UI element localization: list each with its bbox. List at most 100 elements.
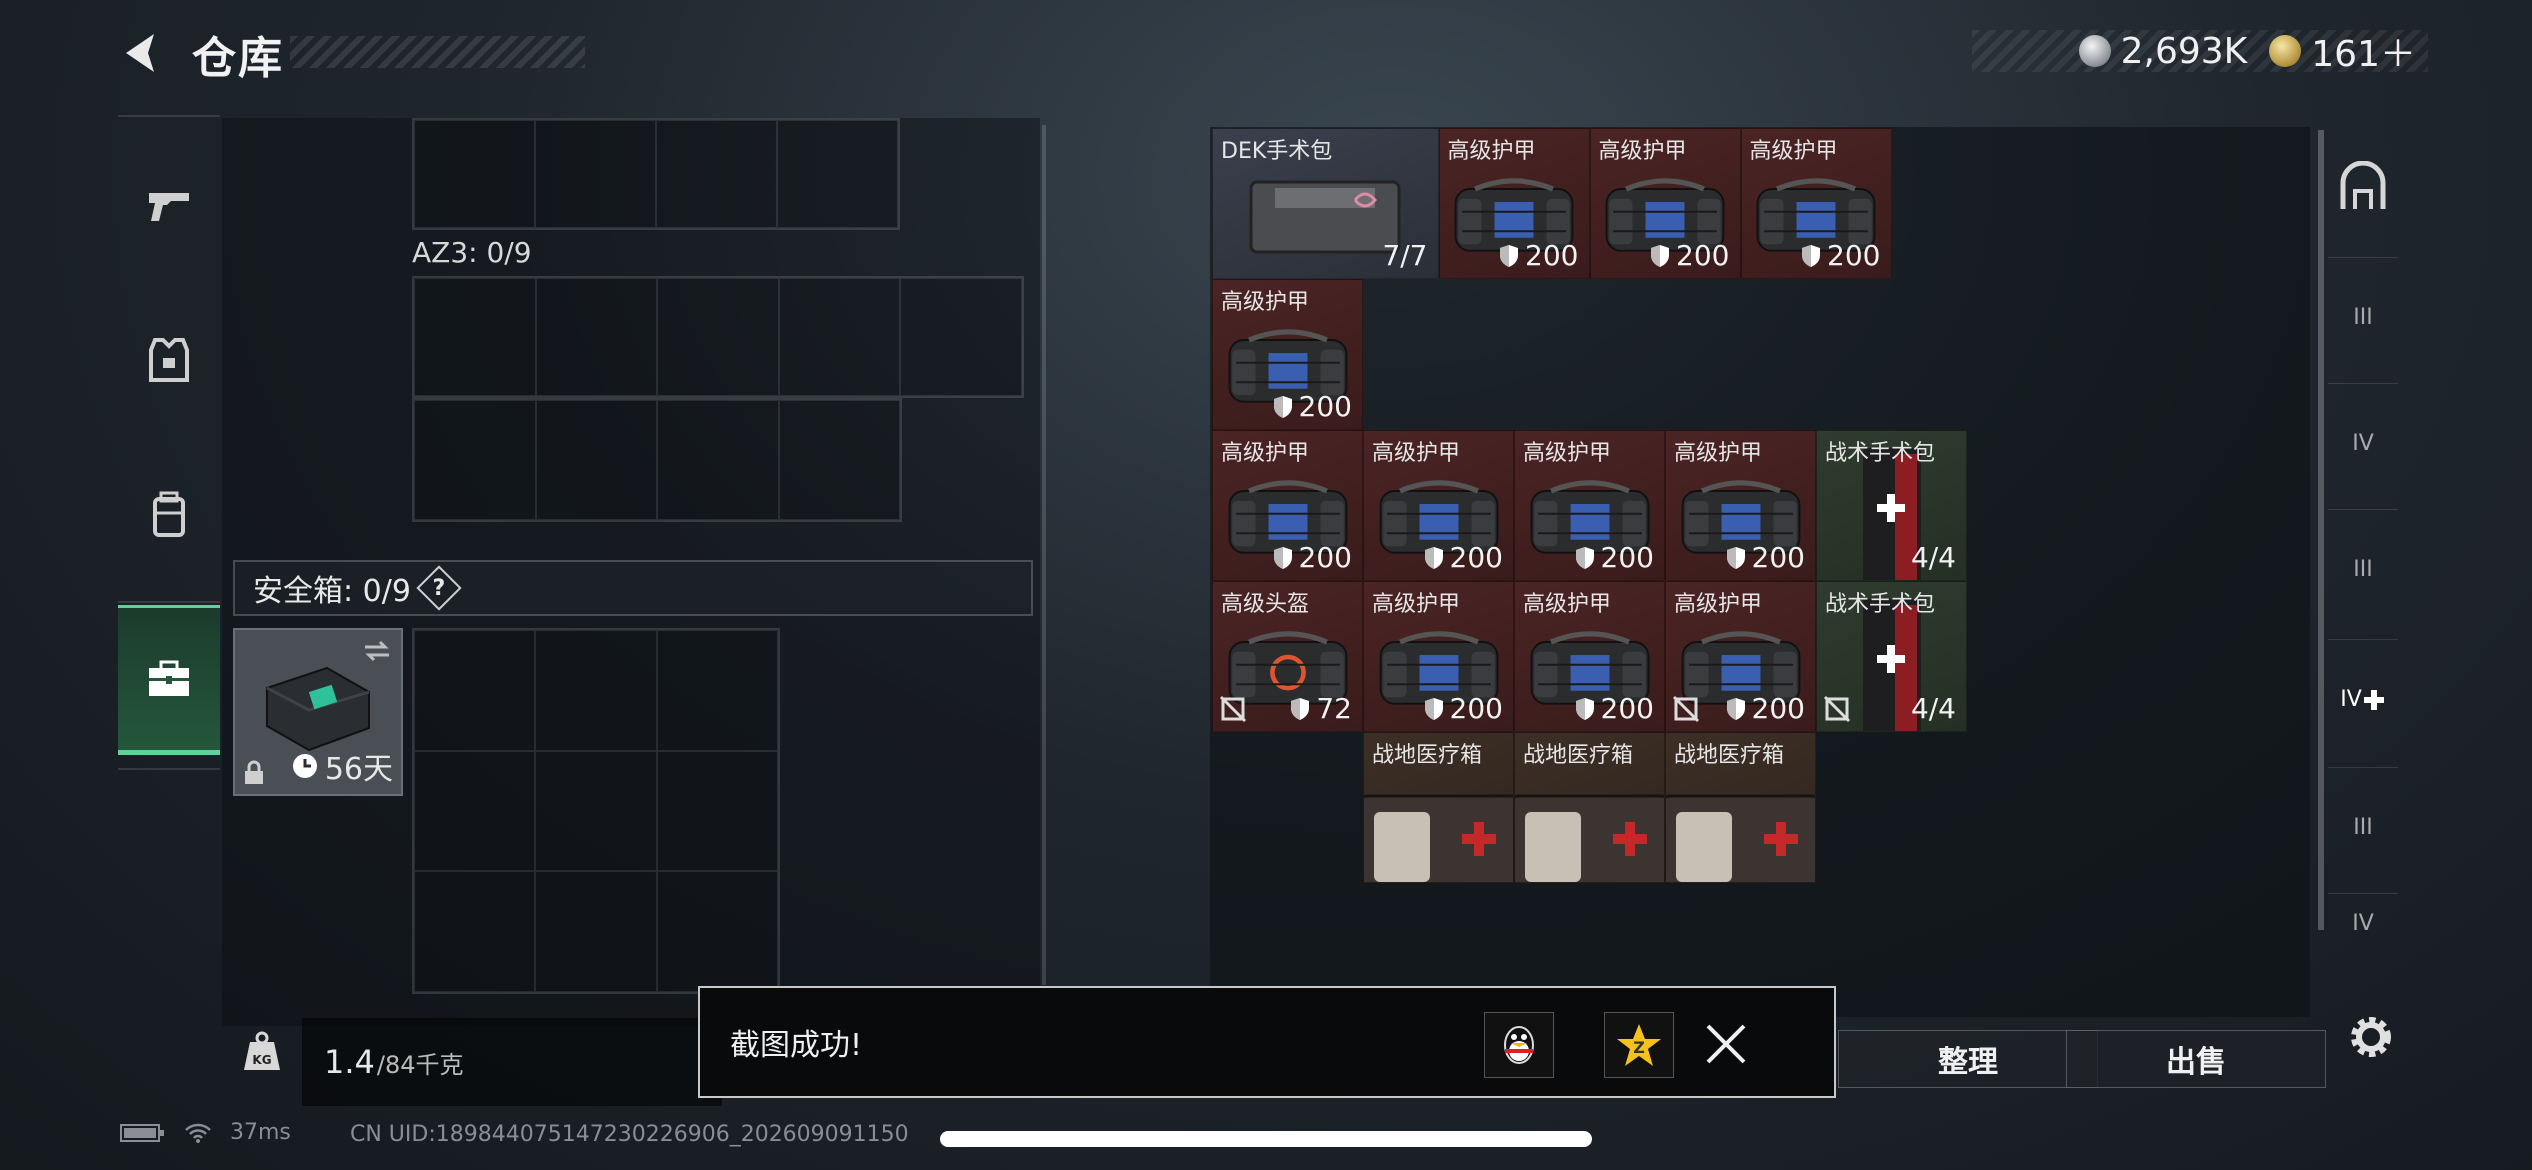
- grid-slot[interactable]: [414, 630, 536, 751]
- item-name: 高级护甲: [1221, 441, 1310, 466]
- grid-slot[interactable]: [656, 871, 778, 992]
- grid-slot[interactable]: [414, 750, 536, 872]
- grid-slot[interactable]: [900, 278, 1022, 396]
- close-icon[interactable]: [1692, 1010, 1760, 1078]
- grid-slot[interactable]: [778, 400, 900, 520]
- gold-coin-icon: [2269, 35, 2302, 67]
- item-name: DEK手术包: [1221, 139, 1333, 164]
- grid-slot[interactable]: [535, 278, 658, 396]
- item-value-text: 200: [1751, 692, 1805, 725]
- inventory-item-armor[interactable]: 高级护甲 200: [1665, 430, 1816, 581]
- tab-armor[interactable]: [118, 285, 220, 435]
- help-button[interactable]: ?: [416, 565, 462, 611]
- inventory-item-armor[interactable]: 高级护甲 200: [1212, 430, 1363, 581]
- az3-capacity-label: AZ3: 0/9: [412, 236, 532, 269]
- grid-slot[interactable]: [414, 871, 536, 992]
- item-value-text: 200: [1751, 541, 1805, 574]
- category-tier-4-container[interactable]: IV: [2328, 383, 2398, 503]
- item-value-text: 200: [1600, 541, 1654, 574]
- inventory-item-fieldbox[interactable]: 战地医疗箱: [1665, 732, 1816, 883]
- field-medical-box-icon: [1515, 794, 1664, 882]
- grid-slot[interactable]: [656, 120, 777, 228]
- category-tier-3-gear[interactable]: III: [2328, 767, 2398, 887]
- home-indicator[interactable]: [940, 1131, 1592, 1147]
- inventory-item-fieldbox[interactable]: 战地医疗箱: [1363, 732, 1514, 883]
- share-qzone-button[interactable]: Z: [1604, 1012, 1674, 1078]
- sort-button[interactable]: 整理: [1838, 1030, 2098, 1088]
- back-button[interactable]: [118, 28, 168, 78]
- toast-message: 截图成功!: [730, 1028, 863, 1063]
- ping-value: 37ms: [230, 1120, 291, 1145]
- item-name: 高级护甲: [1674, 441, 1763, 466]
- category-tier-3-weapon[interactable]: III: [2328, 257, 2398, 377]
- inventory-item-armor[interactable]: 高级护甲 200: [1589, 128, 1741, 279]
- category-tier-4-medical[interactable]: IV: [2328, 639, 2398, 759]
- grid-slot[interactable]: [535, 400, 657, 520]
- grid-slot[interactable]: [656, 630, 778, 751]
- item-value: 200: [1650, 239, 1730, 272]
- category-all[interactable]: [2328, 127, 2398, 247]
- inventory-item-armor[interactable]: 高级护甲 200: [1514, 581, 1665, 732]
- item-value-text: 200: [1298, 541, 1352, 574]
- warehouse-home-icon: [2340, 161, 2386, 209]
- grid-slot[interactable]: [777, 120, 898, 228]
- equipment-scrollbar[interactable]: [1042, 125, 1046, 985]
- grid-slot[interactable]: [414, 120, 535, 228]
- grid-slot[interactable]: [656, 750, 778, 872]
- safe-box-item[interactable]: 56天: [233, 628, 403, 796]
- cannot-sell-icon: [1219, 695, 1247, 723]
- page-title: 仓库: [192, 33, 284, 84]
- currency-gold[interactable]: 161＋: [2269, 25, 2416, 77]
- item-value: 200: [1575, 541, 1654, 574]
- tab-backpack[interactable]: [118, 440, 220, 590]
- grid-slot[interactable]: [657, 400, 779, 520]
- currency-silver-value: 2,693K: [2120, 30, 2248, 72]
- inventory-item-armor[interactable]: 高级护甲 200: [1438, 128, 1590, 279]
- item-name: 战地医疗箱: [1372, 743, 1483, 768]
- az3-grid-row2[interactable]: [412, 398, 902, 522]
- inventory-item-armor[interactable]: 高级护甲 200: [1363, 581, 1514, 732]
- tab-safe-case[interactable]: [118, 605, 220, 755]
- item-value: 200: [1726, 541, 1805, 574]
- tab-weapons[interactable]: [118, 130, 220, 280]
- inventory-item-armor[interactable]: 高级护甲 200: [1665, 581, 1816, 732]
- settings-gear-icon[interactable]: [2344, 1010, 2398, 1064]
- inventory-item-armor[interactable]: 高级护甲 200: [1363, 430, 1514, 581]
- inventory-item-medkit[interactable]: 战术手术包 4/4: [1816, 430, 1967, 581]
- grid-slot[interactable]: [778, 278, 901, 396]
- inventory-item-fieldbox[interactable]: 战地医疗箱: [1514, 732, 1665, 883]
- svg-text:KG: KG: [252, 1053, 271, 1067]
- inventory-item-armor[interactable]: 高级护甲 200: [1514, 430, 1665, 581]
- category-tier-3-armor[interactable]: III: [2328, 509, 2398, 629]
- az3-grid-row1[interactable]: [412, 276, 1024, 398]
- warehouse-scrollbar[interactable]: [2318, 130, 2324, 930]
- currency-silver[interactable]: 2,693K: [2078, 30, 2248, 72]
- inventory-item-armor[interactable]: 高级护甲 200: [1212, 279, 1363, 430]
- category-tier-4-gear[interactable]: IV: [2328, 893, 2398, 953]
- inventory-item-kit[interactable]: DEK手术包 7/7: [1212, 128, 1439, 279]
- silver-coin-icon: [2078, 35, 2111, 67]
- durability-shield-icon: [1651, 244, 1670, 267]
- safe-box-grid[interactable]: [412, 628, 780, 994]
- warehouse-category-column: III IV III IV III IV: [2328, 127, 2414, 987]
- category-label: III: [2353, 305, 2373, 330]
- grid-slot[interactable]: [535, 750, 657, 872]
- item-value: 200: [1273, 390, 1352, 423]
- sell-button[interactable]: 出售: [2066, 1030, 2326, 1088]
- grid-slot[interactable]: [535, 871, 657, 992]
- item-value-text: 4/4: [1910, 692, 1956, 725]
- inventory-item-helmet[interactable]: 高级头盔 72: [1212, 581, 1363, 732]
- grid-slot[interactable]: [535, 120, 656, 228]
- battery-icon: [120, 1123, 164, 1142]
- grid-slot[interactable]: [414, 278, 536, 396]
- grid-slot[interactable]: [535, 630, 657, 751]
- grid-slot[interactable]: [657, 278, 779, 396]
- share-qq-button[interactable]: [1484, 1012, 1554, 1078]
- pistol-icon: [149, 193, 189, 221]
- inventory-item-armor[interactable]: 高级护甲 200: [1740, 128, 1892, 279]
- question-icon: ?: [432, 575, 446, 601]
- container-grid-top[interactable]: [412, 118, 900, 230]
- inventory-item-medkit[interactable]: 战术手术包 4/4: [1816, 581, 1967, 732]
- grid-slot[interactable]: [414, 400, 536, 520]
- equipment-tab-column: [118, 115, 220, 775]
